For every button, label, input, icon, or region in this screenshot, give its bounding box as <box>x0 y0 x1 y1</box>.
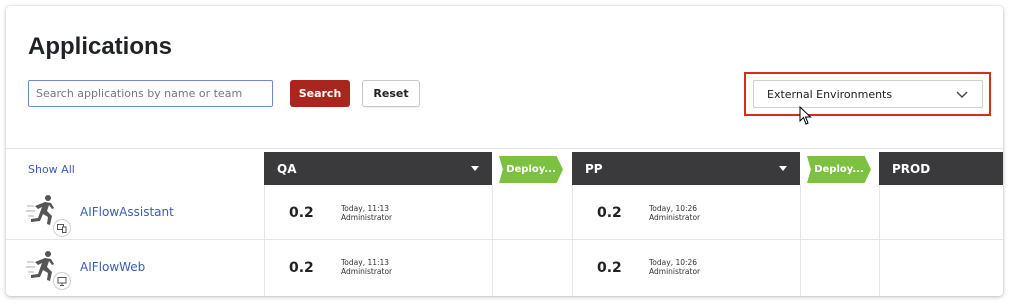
deploy-user: Administrator <box>649 213 701 222</box>
environment-filter-value: External Environments <box>767 87 893 101</box>
caret-down-icon[interactable] <box>471 166 479 171</box>
env-name: PROD <box>892 161 931 176</box>
environment-filter-dropdown[interactable]: External Environments <box>753 80 983 108</box>
column-divider <box>800 185 801 296</box>
app-name-link[interactable]: AIFlowAssistant <box>80 205 174 219</box>
column-divider <box>879 185 880 296</box>
search-button[interactable]: Search <box>290 80 350 107</box>
deploy-user: Administrator <box>649 267 701 276</box>
applications-card: Applications Search Reset External Envir… <box>6 6 1003 296</box>
row-divider <box>6 239 1003 240</box>
deploy-user: Administrator <box>341 213 393 222</box>
column-divider <box>264 185 265 296</box>
app-name-link[interactable]: AIFlowWeb <box>80 260 145 274</box>
deploy-button-qa[interactable]: Deploy... <box>499 156 563 183</box>
deploy-user: Administrator <box>341 267 393 276</box>
deploy-time: Today, 10:26 <box>649 258 698 267</box>
reset-button[interactable]: Reset <box>362 80 420 107</box>
deploy-button-pp[interactable]: Deploy... <box>807 156 871 183</box>
env-header-prod[interactable]: PROD <box>879 152 1003 185</box>
version-number: 0.2 <box>289 205 314 221</box>
search-input[interactable] <box>28 80 273 107</box>
env-name: PP <box>585 161 603 176</box>
env-header-pp[interactable]: PP <box>572 152 800 185</box>
show-all-link[interactable]: Show All <box>28 163 75 176</box>
deploy-time: Today, 11:13 <box>341 204 390 213</box>
chevron-down-icon <box>956 91 968 98</box>
deploy-time: Today, 10:26 <box>649 204 698 213</box>
grid-divider <box>6 148 1003 149</box>
desktop-icon <box>53 272 71 290</box>
mouse-cursor-icon <box>799 106 812 125</box>
env-name: QA <box>277 161 297 176</box>
column-divider <box>492 185 493 296</box>
version-number: 0.2 <box>597 205 622 221</box>
page-title: Applications <box>28 33 173 60</box>
desktop-mobile-icon <box>53 219 71 237</box>
caret-down-icon[interactable] <box>779 166 787 171</box>
deploy-time: Today, 11:13 <box>341 258 390 267</box>
env-header-qa[interactable]: QA <box>264 152 492 185</box>
version-number: 0.2 <box>289 260 314 276</box>
version-number: 0.2 <box>597 260 622 276</box>
column-divider <box>572 185 573 296</box>
